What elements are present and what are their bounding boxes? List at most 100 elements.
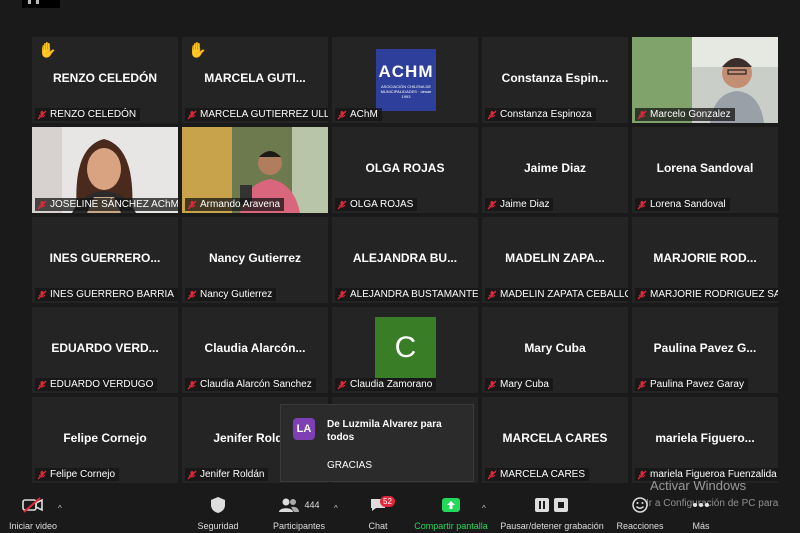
raised-hand-icon: ✋ [38, 42, 57, 59]
participants-options-caret-icon[interactable]: ^ [334, 504, 338, 513]
start-video-button[interactable]: Iniciar video [6, 493, 60, 533]
reactions-label: Reacciones [616, 521, 664, 531]
muted-mic-icon [637, 290, 647, 300]
participant-name-label: Paulina Pavez Garay [635, 378, 748, 391]
participant-display-name: MARCELA GUTI... [204, 71, 306, 85]
participant-display-name: ALEJANDRA BU... [352, 251, 458, 265]
participant-tile[interactable]: Nancy Gutierrez Nancy Gutierrez [182, 217, 328, 303]
participant-name-label: Nancy Gutierrez [185, 288, 277, 301]
participant-name: Paulina Pavez Garay [650, 379, 744, 390]
chat-icon: 52 [369, 493, 395, 517]
participant-name-label: Claudia Zamorano [335, 378, 437, 391]
participant-name-label: MADELIN ZAPATA CEBALLOS [485, 288, 628, 301]
top-strip [0, 0, 800, 8]
participant-tile[interactable]: MARJORIE ROD... MARJORIE RODRIGUEZ SA... [632, 217, 778, 303]
participant-tile[interactable]: ACHM ASOCIACIÓN CHILENA DE MUNICIPALIDADE… [332, 37, 478, 123]
participant-display-name: Mary Cuba [524, 341, 586, 355]
participant-name-label: ALEJANDRA BUSTAMANTE [335, 288, 478, 301]
participant-tile[interactable]: MARCELA GUTI... ✋ MARCELA GUTIERREZ ULL... [182, 37, 328, 123]
participant-tile[interactable]: Lorena Sandoval Lorena Sandoval [632, 127, 778, 213]
chat-unread-badge: 52 [380, 496, 395, 507]
security-button[interactable]: Seguridad [192, 493, 244, 533]
participant-tile[interactable]: Jaime Diaz Jaime Diaz [482, 127, 628, 213]
participant-tile[interactable]: INES GUERRERO... INES GUERRERO BARRIA [32, 217, 178, 303]
participant-name: Claudia Zamorano [350, 379, 433, 390]
muted-mic-icon [37, 290, 47, 300]
participant-name: JOSELINE SÁNCHEZ AChM [50, 199, 178, 210]
participant-tile[interactable]: Armando Aravena [182, 127, 328, 213]
participant-name: EDUARDO VERDUGO [50, 379, 154, 390]
participant-tile[interactable]: Constanza Espin... Constanza Espinoza [482, 37, 628, 123]
muted-mic-icon [637, 110, 647, 120]
participant-name-label: Armando Aravena [185, 198, 285, 211]
participants-count: 444 [304, 500, 320, 510]
video-off-icon [22, 493, 44, 517]
muted-mic-icon [487, 200, 497, 210]
participant-name-label: Marcelo Gonzalez [635, 108, 735, 121]
participant-tile[interactable]: Mary Cuba Mary Cuba [482, 307, 628, 393]
participant-name-label: Constanza Espinoza [485, 108, 596, 121]
participant-name-label: MARJORIE RODRIGUEZ SA... [635, 288, 778, 301]
participant-name-label: RENZO CELEDÓN [35, 108, 141, 121]
participant-tile[interactable]: MADELIN ZAPA... MADELIN ZAPATA CEBALLOS [482, 217, 628, 303]
participant-display-name: mariela Figuero... [655, 431, 755, 445]
participants-icon-group: 444 [278, 493, 320, 517]
participant-display-name: Felipe Cornejo [63, 431, 147, 445]
muted-mic-icon [637, 470, 647, 480]
chat-notification-popup[interactable]: LA De Luzmila Alvarez para todos GRACIAS [280, 404, 474, 482]
participant-name: Armando Aravena [200, 199, 281, 210]
participant-tile[interactable]: mariela Figuero... mariela Figueroa Fuenz… [632, 397, 778, 483]
participant-tile[interactable]: MARCELA CARES MARCELA CARES [482, 397, 628, 483]
participant-tile[interactable]: OLGA ROJAS OLGA ROJAS [332, 127, 478, 213]
share-screen-button[interactable]: Compartir pantalla [410, 493, 492, 533]
participant-name: OLGA ROJAS [350, 199, 414, 210]
participant-name: Felipe Cornejo [50, 469, 116, 480]
participant-name-label: Mary Cuba [485, 378, 553, 391]
participant-name: Constanza Espinoza [500, 109, 592, 120]
participant-tile[interactable]: EDUARDO VERD... EDUARDO VERDUGO [32, 307, 178, 393]
security-label: Seguridad [197, 521, 239, 531]
participant-name: Claudia Alarcón Sanchez [200, 379, 312, 390]
achm-logo: ACHM ASOCIACIÓN CHILENA DE MUNICIPALIDADE… [376, 49, 436, 111]
participant-name: Jaime Diaz [500, 199, 550, 210]
windows-activation-title: Activar Windows [650, 478, 747, 493]
participant-tile[interactable]: JOSELINE SÁNCHEZ AChM [32, 127, 178, 213]
window-mini-controls[interactable] [22, 0, 60, 8]
muted-mic-icon [337, 110, 347, 120]
participant-tile[interactable]: Marcelo Gonzalez [632, 37, 778, 123]
chat-button[interactable]: 52 Chat [360, 493, 396, 533]
shield-icon [210, 493, 226, 517]
participant-name-label: Claudia Alarcón Sanchez [185, 378, 316, 391]
participant-tile[interactable]: RENZO CELEDÓN ✋ RENZO CELEDÓN [32, 37, 178, 123]
participant-tile[interactable]: Felipe Cornejo Felipe Cornejo [32, 397, 178, 483]
participant-name: Mary Cuba [500, 379, 549, 390]
participant-tile[interactable]: Paulina Pavez G... Paulina Pavez Garay [632, 307, 778, 393]
start-video-label: Iniciar video [8, 521, 58, 531]
video-options-caret-icon[interactable]: ^ [58, 504, 62, 513]
participant-name-label: Jaime Diaz [485, 198, 554, 211]
avatar: C [375, 317, 436, 378]
people-icon [279, 498, 300, 512]
participants-label: Participantes [272, 521, 326, 531]
muted-mic-icon [187, 200, 197, 210]
share-screen-icon [441, 493, 461, 517]
logo-text: ACHM [378, 61, 434, 81]
participant-name: MARJORIE RODRIGUEZ SA... [650, 289, 778, 300]
raised-hand-icon: ✋ [188, 42, 207, 59]
share-options-caret-icon[interactable]: ^ [482, 504, 486, 513]
participant-tile[interactable]: Claudia Alarcón... Claudia Alarcón Sanche… [182, 307, 328, 393]
participant-tile[interactable]: ALEJANDRA BU... ALEJANDRA BUSTAMANTE [332, 217, 478, 303]
muted-mic-icon [37, 200, 47, 210]
sender-avatar: LA [293, 418, 315, 440]
pause-recording-label: Pausar/detener grabación [500, 521, 604, 531]
pause-recording-button[interactable]: Pausar/detener grabación [498, 493, 606, 533]
participant-display-name: Claudia Alarcón... [204, 341, 306, 355]
muted-mic-icon [37, 470, 47, 480]
muted-mic-icon [487, 110, 497, 120]
participant-name-label: EDUARDO VERDUGO [35, 378, 158, 391]
participants-button[interactable]: 444 Participantes [268, 493, 330, 533]
muted-mic-icon [637, 380, 647, 390]
participant-name: Lorena Sandoval [650, 199, 726, 210]
participant-tile[interactable]: C Claudia Zamorano [332, 307, 478, 393]
chat-message: GRACIAS [327, 460, 373, 471]
